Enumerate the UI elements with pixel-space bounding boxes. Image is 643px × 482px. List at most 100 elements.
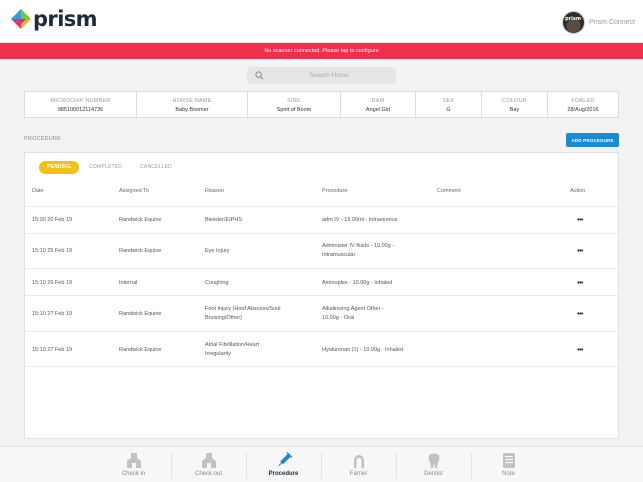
field-value: 985100012114736 <box>57 107 104 113</box>
procedure-panel: PENDING COMPLETED CANCELLED Date Assigne… <box>24 152 619 439</box>
table-row[interactable]: 15:10 27 Feb 19 Randwick Equine Foot Inj… <box>25 295 618 331</box>
field-label: DAM <box>371 98 385 104</box>
column-header-action: Action <box>570 188 586 194</box>
more-horizontal-icon[interactable]: ••• <box>574 248 586 256</box>
cell-procedure-line-1: Administer IV fluids - 10.00g - <box>322 243 395 249</box>
foaled-field: FOALED 28/Aug/2016 <box>548 92 618 117</box>
tab-label: Dentist <box>424 471 443 477</box>
cell-reason-line-1: Atrial Fibrillation/Heart <box>205 342 260 348</box>
tab-completed[interactable]: COMPLETED <box>81 161 130 174</box>
field-value: Spirit of Boom <box>276 107 312 113</box>
colour-field: COLOUR Bay <box>482 92 548 117</box>
avatar-label: prism <box>565 16 582 22</box>
avatar: prism <box>562 11 586 34</box>
cell-date: 15:10 26 Feb 19 <box>32 280 73 286</box>
tab-check-in[interactable]: Check in <box>96 447 171 482</box>
field-value: G <box>446 107 451 113</box>
more-horizontal-icon[interactable]: ••• <box>574 280 586 288</box>
cell-reason-line-1: Foot Injury (Hoof Abscess/Soul <box>205 306 281 312</box>
field-value: Baby Boomer <box>175 107 209 113</box>
prism-connect-label: Prism Connect <box>589 19 635 26</box>
search-input[interactable] <box>269 67 389 84</box>
tab-label: Procedure <box>268 471 299 477</box>
tab-dentist[interactable]: Dentist <box>396 447 471 482</box>
tab-label: Check out <box>194 471 222 477</box>
microchip-field: MICROCHIP NUMBER 985100012114736 <box>25 92 137 117</box>
cell-reason-line-2: Irregularity <box>205 351 231 357</box>
add-procedure-button[interactable]: ADD PROCEDURE <box>566 133 619 147</box>
prism-mark-icon <box>11 9 31 29</box>
cell-procedure: Hyaluronan (1) - 10.00g - Inhaled <box>322 347 404 353</box>
check-out-icon <box>201 453 216 468</box>
sire-field: SIRE Spirit of Boom <box>248 92 341 117</box>
cell-reason: Bleeder/EIPHS <box>205 217 242 223</box>
dam-field: DAM Angel Girl <box>341 92 416 117</box>
cell-reason-line-2: Bruising/Other) <box>205 315 242 321</box>
table-row[interactable]: 15:10 26 Feb 19 Internal Coughing Aminop… <box>25 268 618 295</box>
prism-logo[interactable]: prism <box>10 7 98 31</box>
cell-date: 15:00 20 Feb 19 <box>32 217 73 223</box>
field-value: 28/Aug/2016 <box>567 107 599 113</box>
more-horizontal-icon[interactable]: ••• <box>574 311 586 319</box>
table-row[interactable]: 15:10 25 Feb 19 Randwick Equine Eye Inju… <box>25 233 618 268</box>
cell-procedure: Aminoplex - 10.00g - Inhaled <box>322 280 393 286</box>
cell-procedure-line-1: Alkalinizing Agent Other - <box>322 306 384 312</box>
sex-field: SEX G <box>416 92 482 117</box>
cell-date: 15:10 25 Feb 19 <box>32 248 73 254</box>
tab-label: Farrier <box>349 471 368 477</box>
tab-farrier[interactable]: Farrier <box>321 447 396 482</box>
search-bar <box>247 67 396 84</box>
cell-procedure-line-2: 10.00g - Oral <box>322 315 355 321</box>
cell-assigned-to: Randwick Equine <box>119 217 162 223</box>
more-horizontal-icon[interactable]: ••• <box>574 347 586 355</box>
tab-pending[interactable]: PENDING <box>39 161 80 174</box>
tab-label: Check in <box>121 471 146 477</box>
cell-procedure-line-2: Intramuscular <box>322 252 356 258</box>
cell-assigned-to: Randwick Equine <box>119 248 162 254</box>
horse-info-card: MICROCHIP NUMBER 985100012114736 HORSE N… <box>24 91 619 118</box>
field-label: FOALED <box>571 98 595 104</box>
tab-procedure[interactable]: Procedure <box>246 447 321 482</box>
column-header-assigned-to: Assigned To <box>119 188 149 194</box>
cell-assigned-to: Internal <box>119 280 138 286</box>
app-header: prism prism Prism Connect <box>0 0 643 43</box>
column-header-comment: Comment <box>437 188 461 194</box>
search-icon <box>255 71 264 80</box>
status-filter-tabs: PENDING COMPLETED CANCELLED <box>39 161 182 174</box>
bottom-tab-bar: Check in Check out Procedure Farrier Den… <box>0 446 643 482</box>
cell-date: 15:10 27 Feb 19 <box>32 347 73 353</box>
horseshoe-icon <box>353 455 364 468</box>
check-in-icon <box>126 453 141 468</box>
horse-name-field: HORSE NAME Baby Boomer <box>137 92 248 117</box>
logo-text: prism <box>33 7 98 31</box>
note-icon <box>502 453 515 468</box>
tooth-icon <box>428 453 439 468</box>
tab-cancelled[interactable]: CANCELLED <box>132 161 180 174</box>
syringe-icon <box>277 452 292 467</box>
field-label: SIRE <box>287 98 301 104</box>
tab-label: Note <box>502 471 515 477</box>
cell-assigned-to: Randwick Equine <box>119 311 162 317</box>
field-label: SEX <box>442 98 455 104</box>
column-header-reason: Reason <box>205 188 224 194</box>
tab-check-out[interactable]: Check out <box>171 447 246 482</box>
procedure-section-title: PROCEDURE <box>24 136 61 142</box>
cell-reason: Coughing <box>205 280 229 286</box>
field-label: COLOUR <box>502 98 527 104</box>
tab-note[interactable]: Note <box>471 447 546 482</box>
column-header-procedure: Procedure <box>322 188 348 194</box>
scanner-alert-banner[interactable]: No scanner connected. Please tap to conf… <box>0 43 643 59</box>
field-value: Angel Girl <box>365 107 391 113</box>
cell-date: 15:10 27 Feb 19 <box>32 311 73 317</box>
cell-assigned-to: Randwick Equine <box>119 347 162 353</box>
cell-reason: Eye Injury <box>205 248 230 254</box>
prism-connect[interactable]: prism Prism Connect <box>562 11 635 34</box>
field-label: HORSE NAME <box>172 98 212 104</box>
column-header-date: Date <box>32 188 44 194</box>
field-label: MICROCHIP NUMBER <box>50 98 111 104</box>
table-row[interactable]: 15:10 27 Feb 19 Randwick Equine Atrial F… <box>25 331 618 367</box>
field-value: Bay <box>509 107 520 113</box>
more-horizontal-icon[interactable]: ••• <box>574 217 586 225</box>
cell-procedure: adm IV - 15.00ml - Intravenous <box>322 217 398 223</box>
table-row[interactable]: 15:00 20 Feb 19 Randwick Equine Bleeder/… <box>25 206 618 233</box>
